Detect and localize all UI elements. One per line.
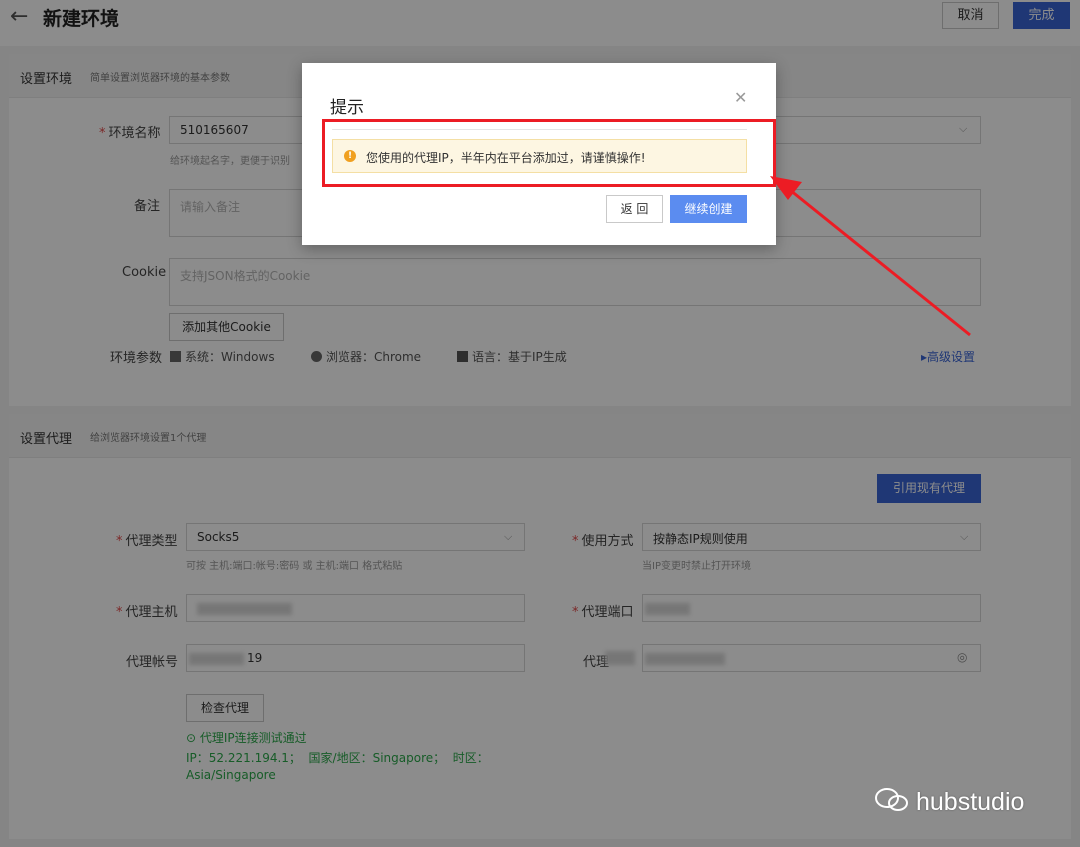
- watermark-text: hubstudio: [916, 788, 1025, 816]
- annotation-arrow: [770, 176, 971, 337]
- wechat-icon: [874, 786, 910, 821]
- hubstudio-watermark: hubstudio: [874, 786, 1024, 821]
